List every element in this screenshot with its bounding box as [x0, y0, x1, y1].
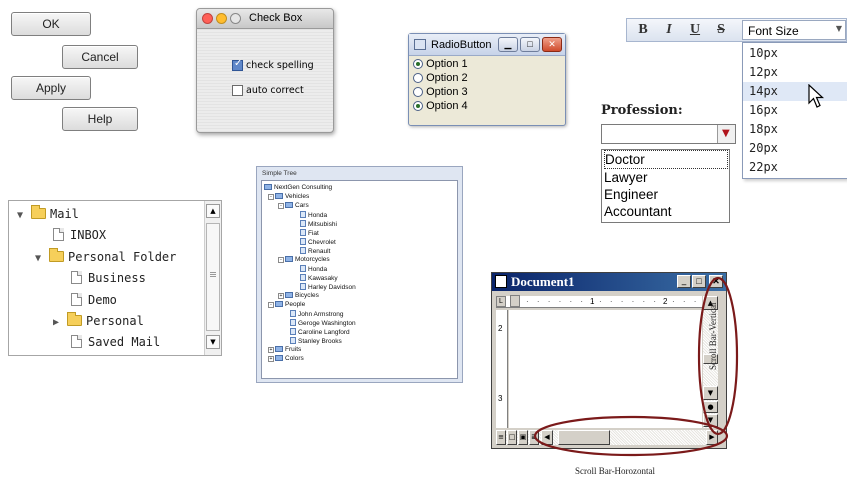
- vertical-scrollbar-annotation: Scroll Bar-Vertical: [708, 302, 718, 370]
- horizontal-scrollbar-highlight: [533, 415, 729, 457]
- horizontal-scrollbar-annotation: Scroll Bar-Horozontal: [575, 466, 656, 476]
- annotation-overlay: [533, 276, 739, 457]
